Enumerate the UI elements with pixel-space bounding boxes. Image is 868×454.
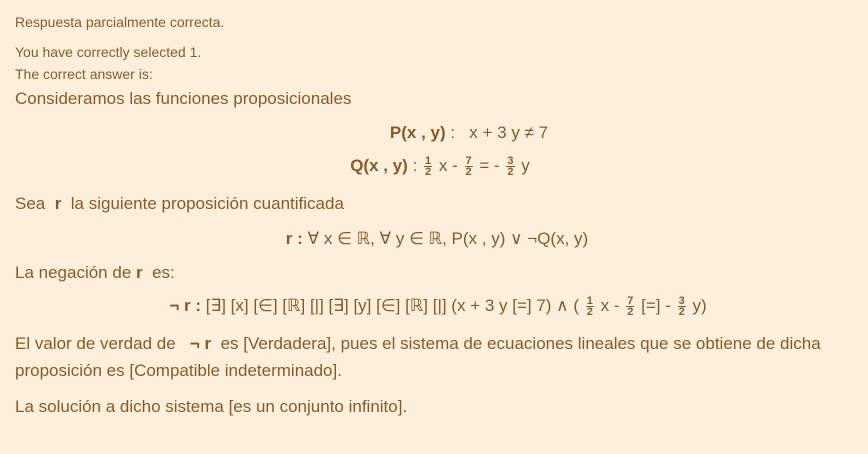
- fraction: 12: [585, 296, 594, 319]
- negation-line: La negación de r es:: [15, 263, 175, 283]
- fraction: 12: [424, 156, 433, 179]
- truth-prefix: El valor de verdad de: [15, 334, 176, 353]
- frac-den: 2: [507, 166, 514, 179]
- fraction: 72: [464, 156, 473, 179]
- frac-den: 2: [425, 166, 432, 179]
- fraction: 32: [506, 156, 515, 179]
- frac-den: 2: [586, 306, 593, 319]
- q-eq: = -: [479, 156, 500, 175]
- nr-y: y): [692, 296, 707, 315]
- q-sep: :: [412, 156, 418, 175]
- sea-suffix: la siguiente proposición cuantificada: [70, 194, 344, 213]
- neg-suffix: es:: [152, 263, 175, 282]
- truth-paragraph: El valor de verdad de ¬ r es [Verdadera]…: [15, 330, 860, 384]
- p-definition: P(x , y) : x + 3 y ≠ 7: [0, 123, 868, 143]
- p-expr: x + 3 y ≠ 7: [469, 123, 549, 142]
- frac-den: 2: [465, 166, 472, 179]
- q-y: y: [521, 156, 530, 175]
- nr-x-minus: x -: [600, 296, 620, 315]
- fraction: 72: [626, 296, 635, 319]
- negation-expression: ¬ r : [∃] [x] [∈] [ℝ] [|] [∃] [y] [∈] [ℝ…: [0, 296, 868, 319]
- feedback-panel: Respuesta parcialmente correcta. You hav…: [0, 0, 868, 454]
- correct-intro: The correct answer is:: [15, 66, 153, 82]
- solution-text: La solución a dicho sistema [es un conju…: [15, 397, 408, 416]
- nr-eq: [=] -: [641, 296, 671, 315]
- fraction: 32: [677, 296, 686, 319]
- p-sep: :: [450, 123, 456, 142]
- neg-prefix: La negación de: [15, 263, 132, 282]
- r-expr: ∀ x ∈ ℝ, ∀ y ∈ ℝ, P(x , y) ∨ ¬Q(x, y): [307, 229, 589, 248]
- nr-expr: [∃] [x] [∈] [ℝ] [|] [∃] [y] [∈] [ℝ] [|] …: [205, 296, 580, 315]
- sea-r: r: [54, 194, 62, 213]
- truth-nr: ¬ r: [189, 334, 212, 353]
- status-text: Respuesta parcialmente correcta.: [15, 14, 225, 30]
- r-label: r :: [285, 229, 303, 248]
- frac-den: 2: [678, 306, 685, 319]
- p-label: P(x , y): [389, 123, 446, 142]
- q-label: Q(x , y): [350, 156, 408, 175]
- sea-prefix: Sea: [15, 194, 46, 213]
- neg-r: r: [136, 263, 143, 282]
- frac-den: 2: [627, 306, 634, 319]
- sea-line: Sea r la siguiente proposición cuantific…: [15, 194, 344, 214]
- r-definition: r : ∀ x ∈ ℝ, ∀ y ∈ ℝ, P(x , y) ∨ ¬Q(x, y…: [0, 229, 868, 249]
- selected-text: You have correctly selected 1.: [15, 44, 202, 60]
- intro-text: Consideramos las funciones proposicional…: [15, 89, 352, 108]
- nr-label: ¬ r :: [169, 296, 202, 315]
- q-x-minus: x -: [438, 156, 458, 175]
- q-definition: Q(x , y) : 12 x - 72 = - 32 y: [0, 156, 868, 179]
